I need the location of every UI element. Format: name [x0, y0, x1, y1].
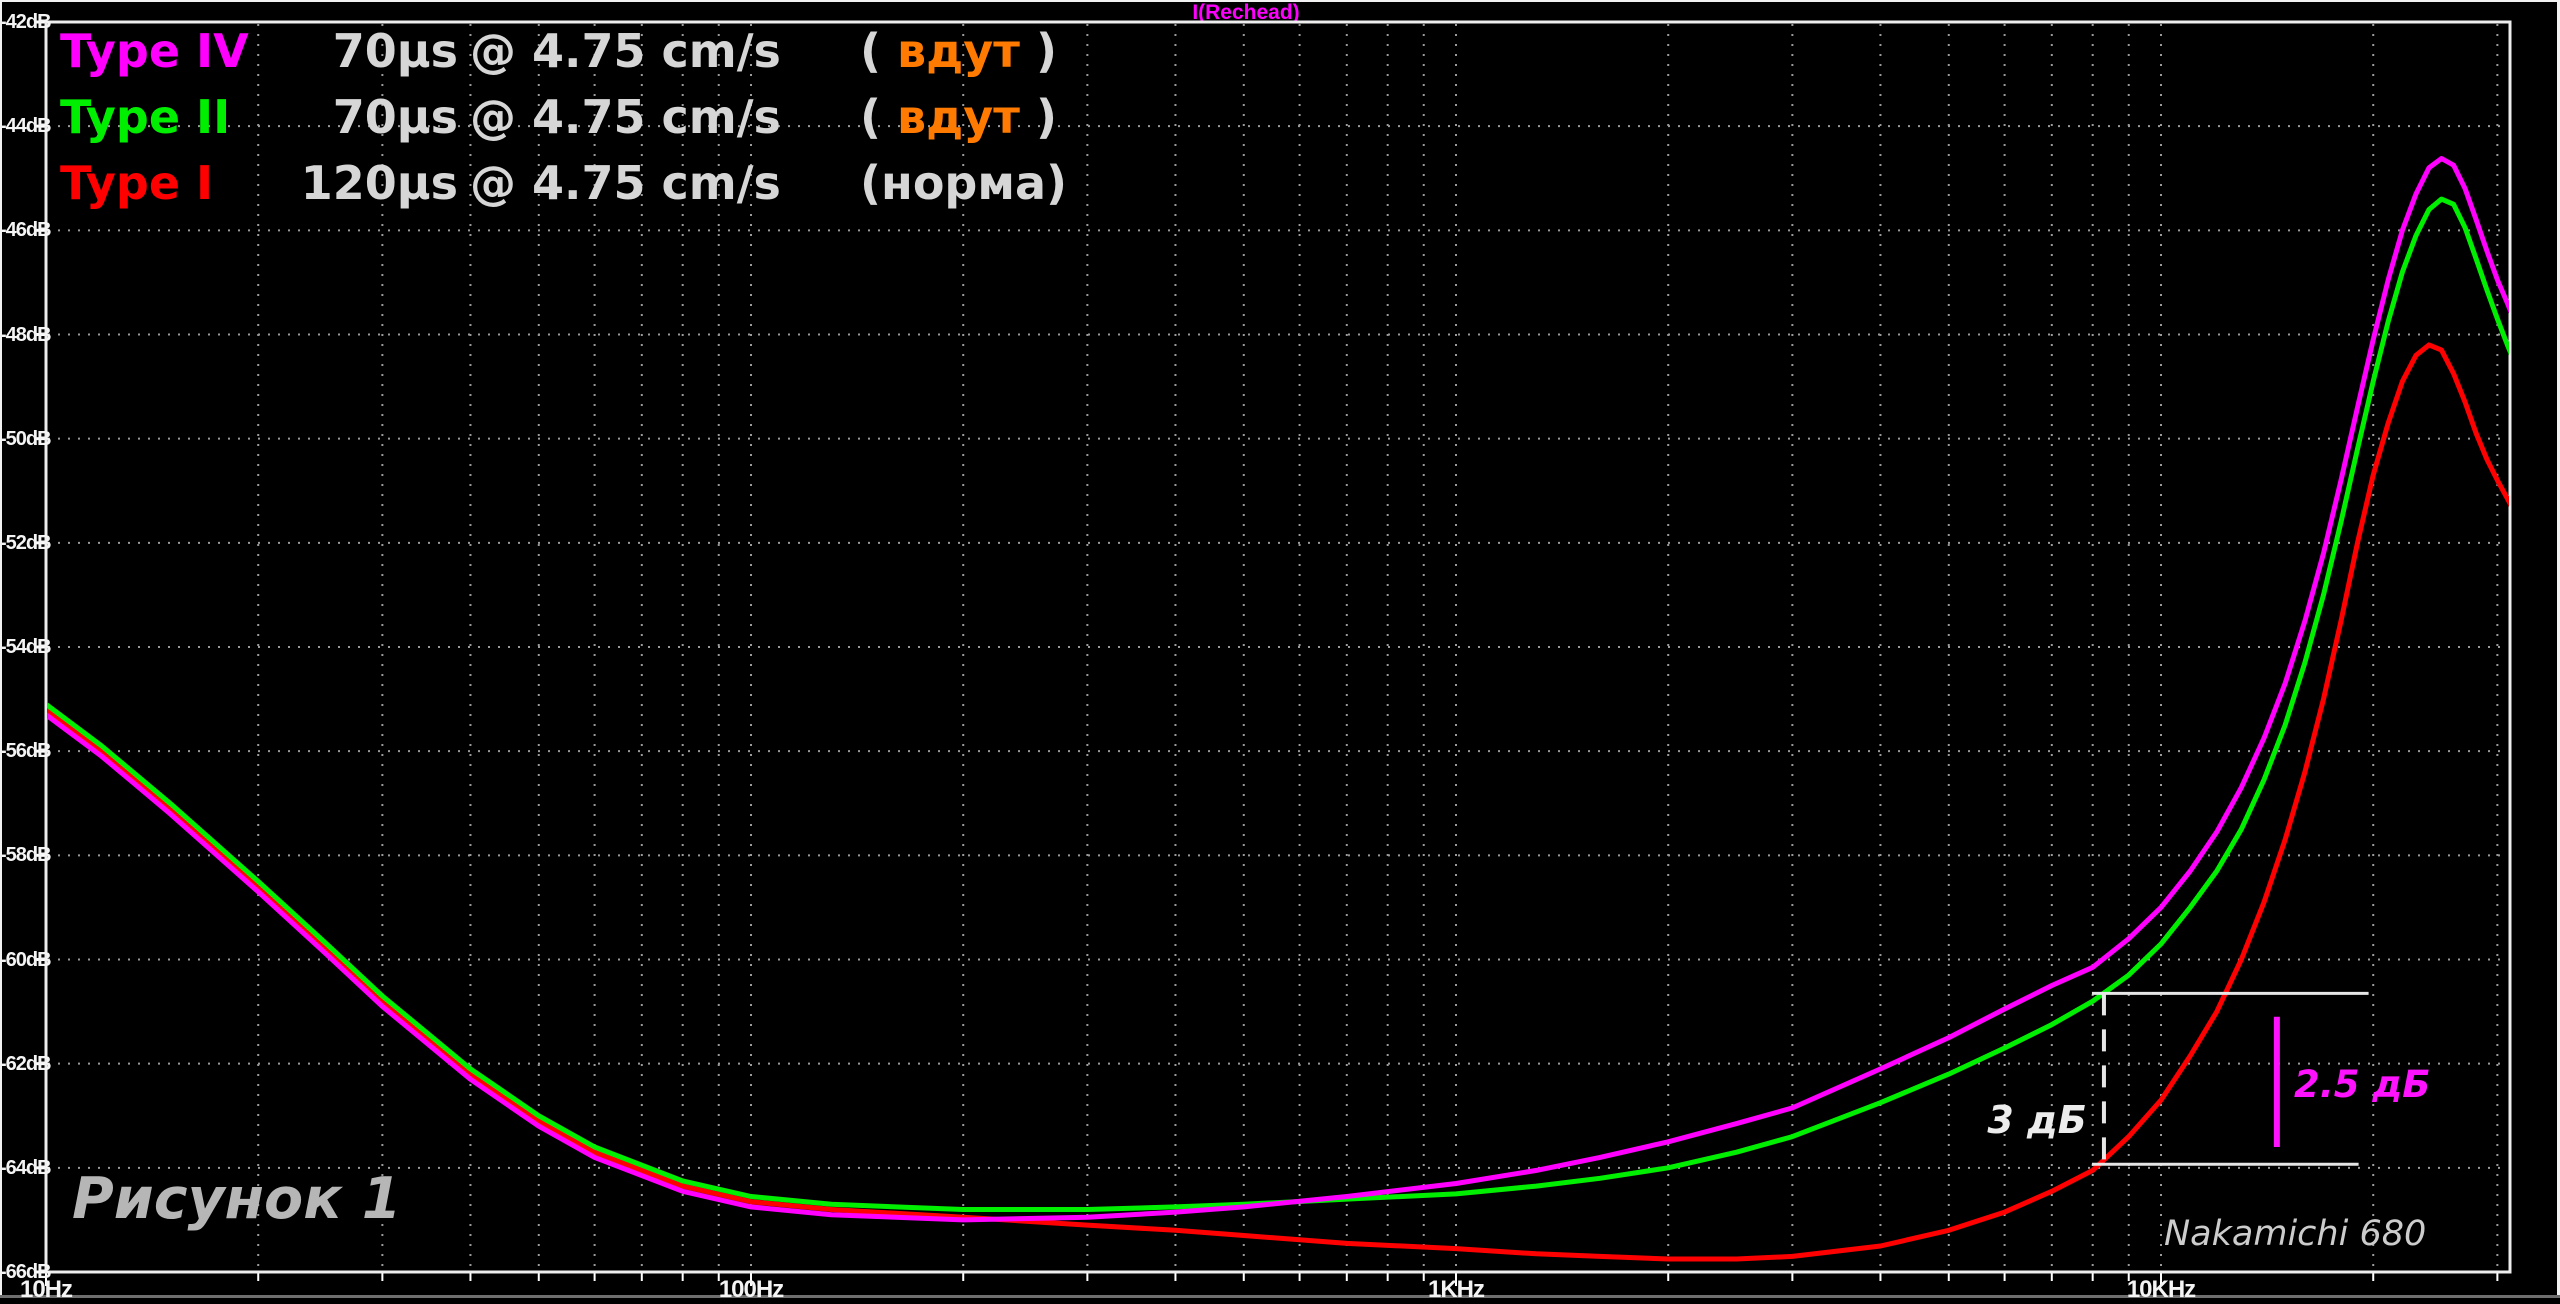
- legend-note: ( вдут ): [860, 24, 1057, 78]
- legend-trace-name: Type IV: [60, 24, 298, 78]
- legend-tape-speed: @ 4.75 cm/s: [470, 90, 781, 144]
- legend-note: ( вдут ): [860, 90, 1057, 144]
- legend-trace-name: Type II: [60, 90, 298, 144]
- paren-close: ): [1020, 24, 1057, 78]
- y-axis-tick-label: -42dB: [0, 11, 43, 34]
- paren-open: (: [860, 156, 881, 210]
- x-axis-tick-label: 100Hz: [681, 1276, 821, 1304]
- paren-open: (: [860, 90, 897, 144]
- figure-caption: Рисунок 1: [72, 1166, 401, 1232]
- legend-note: (норма): [860, 156, 1067, 210]
- legend-tape-speed: @ 4.75 cm/s: [470, 156, 781, 210]
- y-axis-tick-label: -54dB: [0, 636, 43, 659]
- paren-open: (: [860, 24, 897, 78]
- legend-item-type-iv: Type IV70µs@ 4.75 cm/s ( вдут ): [60, 24, 781, 90]
- legend-eq-time: 70µs: [298, 24, 458, 78]
- legend-note-text: вдут: [897, 90, 1020, 144]
- x-axis-tick-label: 1KHz: [1386, 1276, 1526, 1304]
- y-axis-tick-label: -56dB: [0, 740, 43, 763]
- legend-item-type-ii: Type II70µs@ 4.75 cm/s ( вдут ): [60, 90, 781, 156]
- paren-close: ): [1046, 156, 1067, 210]
- curve-type-i: [46, 345, 2517, 1259]
- legend-eq-time: 70µs: [298, 90, 458, 144]
- legend-tape-speed: @ 4.75 cm/s: [470, 24, 781, 78]
- y-axis-tick-label: -60dB: [0, 949, 43, 972]
- y-axis-tick-label: -58dB: [0, 844, 43, 867]
- y-axis-tick-label: -64dB: [0, 1157, 43, 1180]
- ltspice-plot-window: { "window": { "title": "I(Rechead)" }, "…: [0, 0, 2560, 1298]
- x-axis-tick-label: 10KHz: [2091, 1276, 2231, 1304]
- legend-trace-name: Type I: [60, 156, 298, 210]
- paren-close: ): [1020, 90, 1057, 144]
- ruler-3db-label: 3 дБ: [1985, 1098, 2089, 1142]
- y-axis-tick-label: -46dB: [0, 219, 43, 242]
- legend-eq-time: 120µs: [298, 156, 458, 210]
- legend-note-text: норма: [881, 156, 1046, 210]
- trace-legend: Type IV70µs@ 4.75 cm/s ( вдут ) Type II7…: [60, 24, 781, 222]
- legend-item-type-i: Type I120µs@ 4.75 cm/s (норма): [60, 156, 781, 222]
- curve-type-ii: [46, 199, 2517, 1209]
- legend-note-text: вдут: [897, 24, 1020, 78]
- y-axis-tick-label: -44dB: [0, 115, 43, 138]
- y-axis-tick-label: -50dB: [0, 428, 43, 451]
- ruler-2-5db-label: 2.5 дБ: [2294, 1063, 2431, 1106]
- x-axis-tick-label: 10Hz: [0, 1276, 116, 1304]
- y-axis-tick-label: -52dB: [0, 532, 43, 555]
- curve-type-iv: [46, 159, 2517, 1220]
- y-axis-tick-label: -62dB: [0, 1053, 43, 1076]
- device-caption: Nakamichi 680: [2164, 1214, 2426, 1254]
- y-axis-tick-label: -48dB: [0, 324, 43, 347]
